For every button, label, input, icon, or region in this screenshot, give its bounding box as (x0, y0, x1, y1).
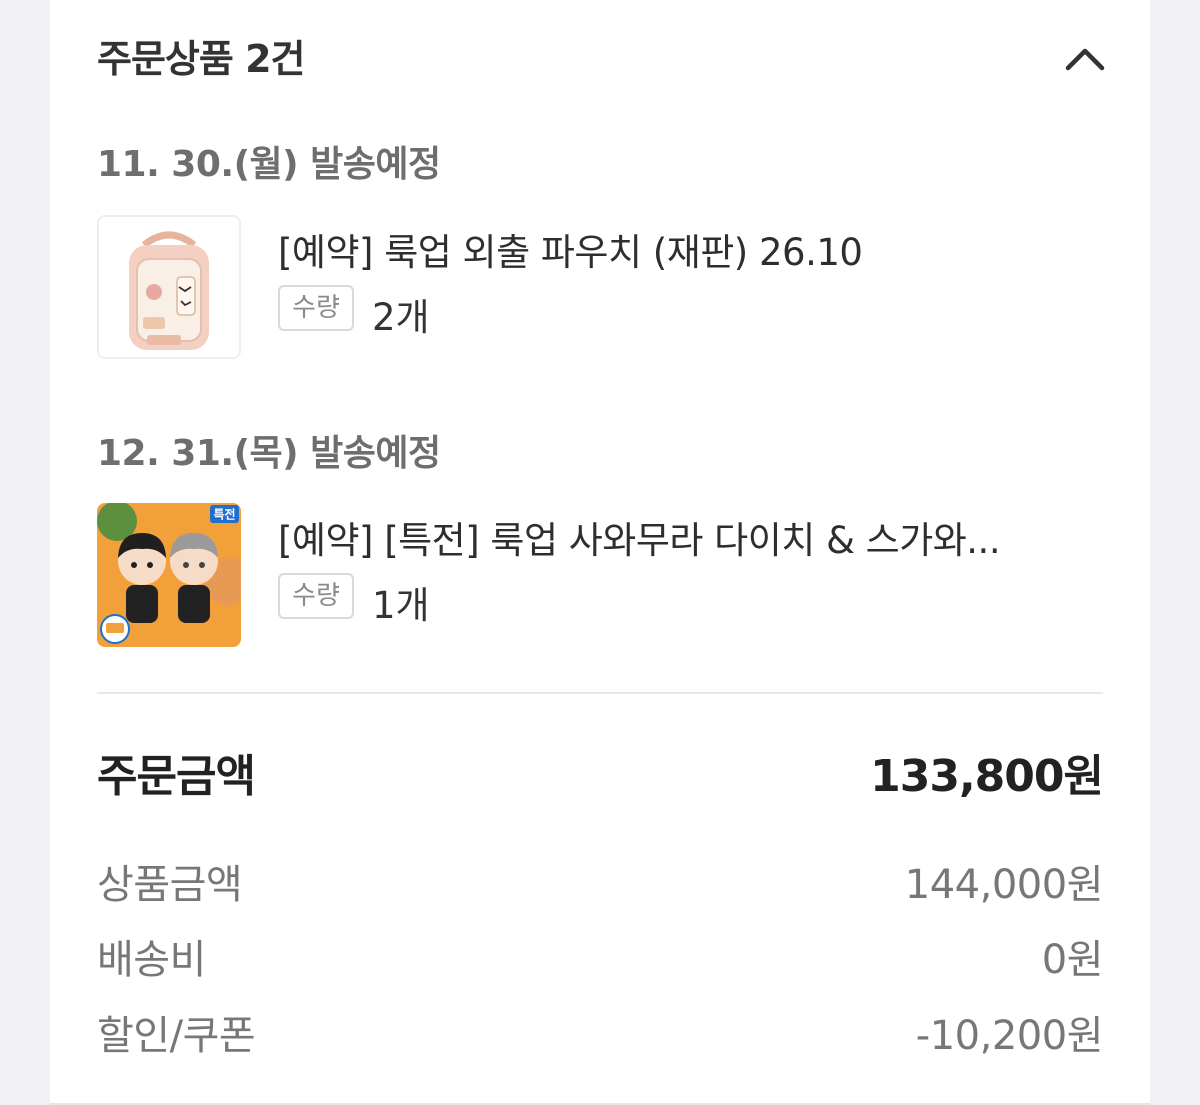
product-amount-label: 상품금액 (97, 862, 243, 908)
order-total-value: 133,800원 (870, 751, 1104, 802)
collapse-button[interactable] (1060, 38, 1110, 78)
product-amount-value: 144,000원 (904, 862, 1104, 908)
section-divider (97, 692, 1103, 694)
quantity-value: 2개 (372, 296, 430, 339)
product-name[interactable]: [예약] 룩업 외출 파우치 (재판) 26.10 (278, 222, 862, 276)
order-items-title: 주문상품 2건 (97, 37, 305, 81)
pink-pouch-image (99, 217, 239, 357)
shipping-fee-value: 0원 (1041, 937, 1104, 983)
ship-date-label: 11. 30.(월) 발송예정 (97, 144, 441, 185)
figures-image: 특전 (97, 503, 241, 647)
quantity-label-badge: 수량 (278, 573, 354, 619)
quantity-value: 1개 (372, 584, 430, 627)
ship-date-label: 12. 31.(목) 발송예정 (97, 433, 441, 474)
order-total-label: 주문금액 (97, 751, 256, 802)
shipping-fee-label: 배송비 (97, 937, 206, 983)
discount-coupon-label: 할인/쿠폰 (97, 1013, 256, 1059)
order-summary-card: 주문상품 2건 11. 30.(월) 발송예정 [예약] 룩업 외출 파우치 (… (50, 0, 1150, 1105)
special-badge: 특전 (213, 507, 235, 522)
quantity-label-badge: 수량 (278, 285, 354, 331)
chevron-up-icon (1065, 48, 1105, 71)
discount-coupon-value: -10,200원 (915, 1013, 1104, 1059)
product-name[interactable]: [예약] [특전] 룩업 사와무라 다이치 & 스가와... (278, 510, 1000, 564)
product-thumbnail[interactable]: 특전 (97, 503, 241, 647)
product-thumbnail[interactable] (97, 215, 241, 359)
